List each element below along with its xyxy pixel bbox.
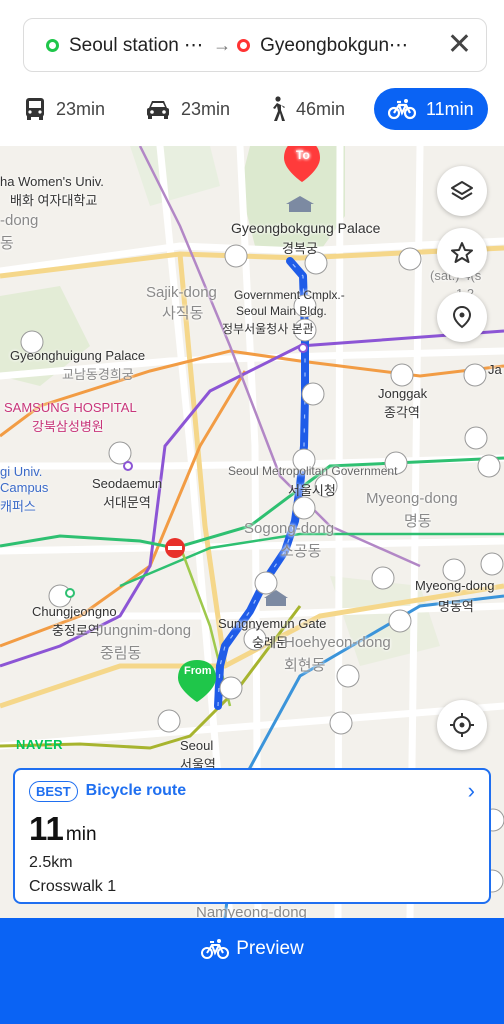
bicycle-icon (388, 99, 416, 120)
duration-value: 11 (29, 810, 64, 847)
map-label: 명동역 (438, 599, 474, 614)
map-label: Hoehyeon-dong (284, 634, 391, 651)
map-label: 강북삼성병원 (32, 419, 104, 434)
map-label: Gyeonghuigung Palace (10, 348, 146, 363)
star-icon (451, 242, 473, 263)
map-label: 배화 여자대학교 (10, 193, 98, 208)
map-label: gi Univ. (0, 464, 43, 479)
map-label: Sogong-dong (244, 520, 335, 537)
tab-bicycle-label: 11min (426, 98, 474, 119)
map-label: 중림동 (100, 645, 142, 662)
tab-car[interactable]: 23min (145, 88, 230, 130)
saved-places-button[interactable] (437, 292, 487, 342)
map-label: Seodaemun (92, 476, 163, 491)
destination-field[interactable]: Gyeongbokgun⋯ (260, 34, 408, 57)
map-label: Chungjeongno (32, 604, 117, 619)
duration-unit: min (65, 824, 97, 845)
route-summary-card[interactable]: BEST Bicycle route › 11 min 2.5km Crossw… (13, 768, 491, 904)
map-label: 소공동 (280, 543, 322, 560)
close-icon[interactable]: ✕ (447, 30, 472, 60)
map-label: 동 (0, 235, 14, 252)
tab-bus-label: 23min (56, 98, 106, 119)
bicycle-icon (201, 939, 230, 959)
route-title: Bicycle route (85, 782, 187, 799)
map-label: 서대문역 (103, 495, 151, 510)
map-label: Ja (488, 362, 502, 377)
preview-label: Preview (236, 938, 304, 959)
map-label: 경복궁 (282, 241, 318, 256)
map-label: 충정로역 (52, 623, 100, 638)
map-label: -dong (0, 212, 39, 229)
map-label: 회현동 (284, 657, 326, 674)
route-distance: 2.5km (29, 854, 73, 871)
route-crosswalk: Crosswalk 1 (29, 878, 117, 895)
to-pin-label: To (296, 148, 310, 162)
map-label: 사직동 (162, 305, 204, 322)
naver-logo: NAVER (16, 737, 64, 752)
map-label: 명동 (404, 513, 432, 530)
crosshair-icon (450, 713, 474, 737)
map-label: 교남동경희궁 (62, 367, 134, 382)
map-label: Jungnim-dong (96, 622, 192, 639)
map-label: Campus (0, 480, 49, 495)
bus-icon (26, 98, 44, 120)
map-label: Myeong-dong (366, 490, 458, 507)
route-duration: 11 min (29, 810, 475, 848)
origin-dot-icon (46, 38, 59, 52)
map-label: Seoul Main Bldg. (236, 304, 327, 318)
chevron-right-icon[interactable]: › (468, 780, 475, 802)
preview-button[interactable]: Preview (0, 918, 504, 1024)
map-label: 서울시청 (288, 483, 336, 498)
map-label: 정부서울청사 본관 (222, 322, 314, 336)
tab-walk-label: 46min (296, 98, 346, 119)
map-label: ha Women's Univ. (0, 174, 104, 189)
map-label: Gyeongbokgung Palace (231, 220, 381, 236)
tab-walk[interactable]: 46min (268, 88, 345, 130)
route-search-box[interactable]: Seoul station ⋯ → Gyeongbokgun⋯ ✕ (23, 18, 487, 72)
route-header: Seoul station ⋯ → Gyeongbokgun⋯ ✕ 23min … (0, 0, 504, 146)
origin-field[interactable]: Seoul station ⋯ (69, 34, 203, 57)
layers-button[interactable] (437, 166, 487, 216)
car-icon (147, 101, 169, 119)
map-label: SAMSUNG HOSPITAL (4, 400, 137, 415)
from-pin-label: From (184, 665, 212, 677)
layers-icon (451, 181, 473, 200)
map-label: 숭례문 (252, 635, 288, 650)
map-label: 종각역 (384, 405, 420, 420)
arrow-right-icon: → (213, 34, 232, 55)
map-label: Namyeong-dong (196, 904, 307, 918)
walk-icon (273, 96, 285, 121)
transport-mode-tabs: 23min 23min 46min 11min (0, 88, 504, 132)
current-location-button[interactable] (437, 700, 487, 750)
tab-bicycle[interactable]: 11min (374, 88, 488, 130)
destination-dot-icon (237, 38, 251, 52)
map-label: Myeong-dong (415, 578, 495, 593)
map-label: Jonggak (378, 386, 428, 401)
map-label: Seoul (180, 738, 214, 753)
map-label: Sajik-dong (146, 284, 217, 301)
tab-bus[interactable]: 23min (24, 88, 105, 130)
tab-car-label: 23min (181, 98, 231, 119)
map-label: Seoul Metropolitan Government (228, 464, 398, 478)
location-pin-icon (452, 305, 472, 329)
best-badge: BEST (29, 780, 78, 802)
map-label: Sungnyemun Gate (218, 616, 327, 631)
map-label: Government Cmplx.- (234, 288, 345, 302)
favorite-button[interactable] (437, 228, 487, 278)
map-label: 캐퍼스 (0, 499, 36, 514)
